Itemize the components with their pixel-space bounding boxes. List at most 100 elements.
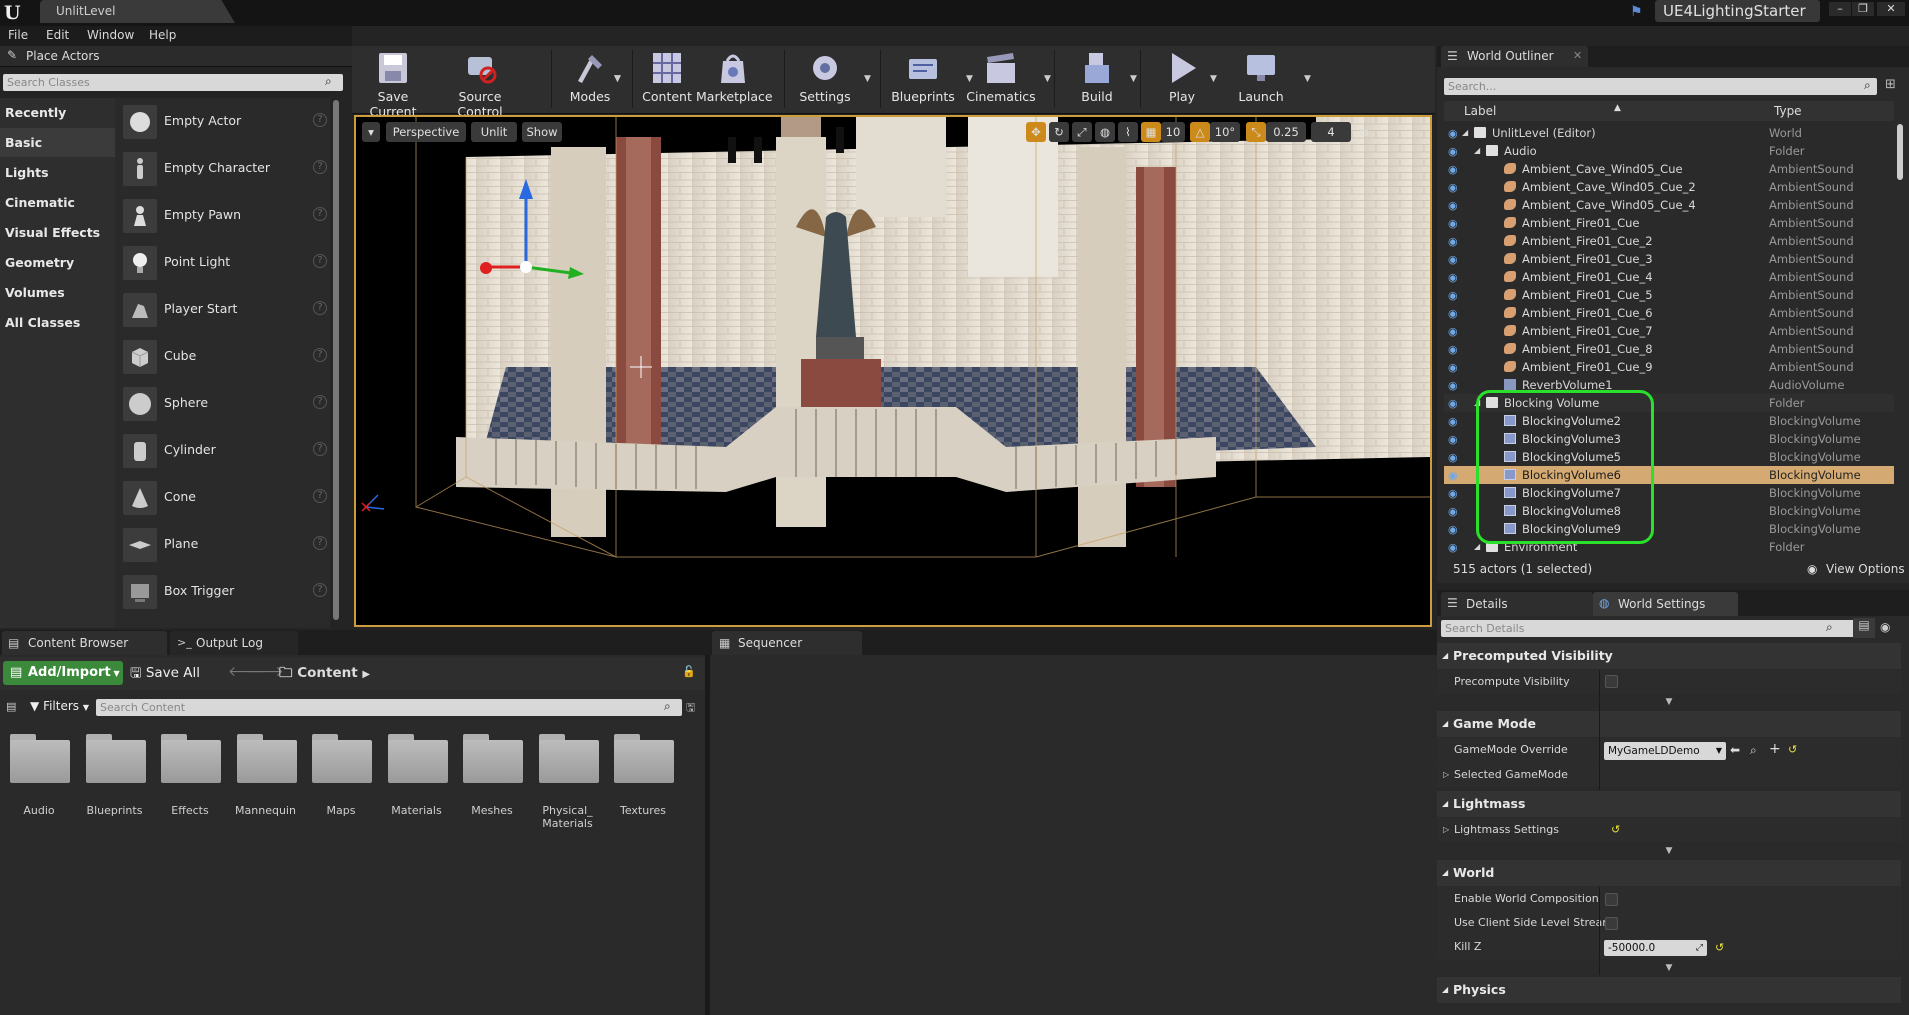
content-folder[interactable]: Materials [384, 732, 450, 824]
close-tab-icon[interactable]: ✕ [1573, 49, 1582, 62]
help-icon[interactable]: ? [313, 113, 327, 127]
visibility-eye-icon[interactable]: ◉ [1448, 233, 1458, 251]
help-icon[interactable]: ? [313, 489, 327, 503]
surface-snap-icon[interactable]: ⌇ [1118, 122, 1138, 142]
search-icon[interactable]: ⌕ [664, 699, 671, 714]
property-matrix-icon[interactable]: ▤ [1853, 618, 1875, 638]
advanced-expander[interactable]: ▼ [1437, 845, 1901, 857]
filters-button[interactable]: ▼ Filters ▼ [30, 699, 89, 713]
help-icon[interactable]: ? [313, 348, 327, 362]
visibility-eye-icon[interactable]: ◉ [1448, 215, 1458, 233]
place-actors-tab[interactable]: Place Actors [0, 46, 352, 67]
advanced-expander[interactable]: ▼ [1437, 962, 1901, 974]
panel-splitter[interactable] [705, 655, 710, 1015]
help-icon[interactable]: ? [313, 583, 327, 597]
menu-edit[interactable]: Edit [46, 28, 69, 42]
help-icon[interactable]: ? [313, 442, 327, 456]
visibility-eye-icon[interactable]: ◉ [1448, 341, 1458, 359]
search-icon[interactable]: ⌕ [1864, 78, 1871, 93]
outliner-row[interactable]: ◉ Ambient_Fire01_Cue_4 AmbientSound [1444, 268, 1894, 286]
chevron-down-icon[interactable]: ▼ [614, 74, 621, 84]
visibility-eye-icon[interactable]: ◉ [1448, 413, 1458, 431]
column-divider[interactable] [1599, 887, 1600, 975]
content-folder[interactable]: Mannequin [233, 732, 299, 824]
world-category[interactable]: ◢ World [1437, 860, 1901, 886]
visibility-eye-icon[interactable]: ◉ [1448, 521, 1458, 539]
visibility-eye-icon[interactable]: ◉ [1448, 197, 1458, 215]
menu-file[interactable]: File [8, 28, 28, 42]
source-control-button[interactable]: Source Control ▼ [438, 46, 621, 119]
help-icon[interactable]: ? [313, 301, 327, 315]
reset-icon[interactable]: ↺ [1788, 743, 1797, 756]
add-icon[interactable]: + [1769, 741, 1781, 757]
outliner-row[interactable]: ◉ Ambient_Cave_Wind05_Cue AmbientSound [1444, 160, 1894, 178]
outliner-row[interactable]: ◉ Ambient_Fire01_Cue_8 AmbientSound [1444, 340, 1894, 358]
save-all-button[interactable]: 🖫 Save All [130, 663, 200, 686]
visibility-eye-icon[interactable]: ◉ [1448, 269, 1458, 287]
collapse-arrow-icon[interactable]: ◢ [1474, 538, 1480, 556]
menu-window[interactable]: Window [87, 28, 134, 42]
help-icon[interactable]: ? [313, 207, 327, 221]
visibility-eye-icon[interactable]: ◉ [1448, 305, 1458, 323]
chevron-down-icon[interactable]: ▼ [1304, 74, 1311, 84]
visibility-eye-icon[interactable]: ◉ [1448, 125, 1458, 143]
chevron-down-icon[interactable]: ▼ [1130, 74, 1137, 84]
rotation-snap-icon[interactable]: △ [1190, 122, 1210, 142]
save-current-button[interactable]: Save Current [358, 46, 428, 119]
level-document-tab[interactable]: UnlitLevel [40, 0, 235, 23]
visibility-eye-icon[interactable]: ◉ [1448, 377, 1458, 395]
chevron-down-icon[interactable]: ▼ [864, 74, 871, 84]
category-geometry[interactable]: Geometry [0, 248, 115, 277]
world-space-icon[interactable]: ◍ [1095, 122, 1115, 142]
actor-list-scrollbar[interactable] [333, 100, 339, 620]
world-outliner-tab[interactable]: World Outliner [1441, 46, 1588, 67]
actor-item-cube[interactable]: Cube ? [115, 333, 330, 380]
category-lights[interactable]: Lights [0, 158, 115, 187]
collapse-arrow-icon[interactable]: ◢ [1462, 124, 1468, 142]
visibility-eye-icon[interactable]: ◉ [1448, 503, 1458, 521]
content-folder[interactable]: Meshes [459, 732, 525, 824]
category-all-classes[interactable]: All Classes [0, 308, 115, 337]
visibility-eye-icon[interactable]: ◉ [1448, 179, 1458, 197]
save-search-icon[interactable]: 🖫 [686, 699, 695, 718]
visibility-eye-icon[interactable]: ◉ [1448, 539, 1458, 557]
visibility-eye-icon[interactable]: ◉ [1448, 323, 1458, 341]
category-recently-placed[interactable]: Recently Placed [0, 98, 115, 149]
maximize-viewport-icon[interactable]: ⧉ [1356, 122, 1372, 142]
help-icon[interactable]: ? [313, 160, 327, 174]
outliner-row[interactable]: ◉ Ambient_Fire01_Cue_5 AmbientSound [1444, 286, 1894, 304]
view-options-button[interactable]: View Options [1826, 558, 1905, 580]
help-icon[interactable]: ? [313, 536, 327, 550]
visibility-eye-icon[interactable]: ◉ [1448, 251, 1458, 269]
visibility-eye-icon[interactable]: ◉ [1448, 467, 1458, 485]
show-button[interactable]: Show [522, 122, 562, 142]
help-icon[interactable]: ? [313, 254, 327, 268]
rotation-snap-value[interactable]: 10° [1210, 122, 1240, 142]
visibility-eye-icon[interactable]: ◉ [1448, 143, 1458, 161]
forward-arrow-icon[interactable]: 🡒 [246, 663, 284, 680]
actor-item-empty-actor[interactable]: Empty Actor ? [115, 98, 330, 145]
details-tab[interactable]: Details [1441, 592, 1593, 616]
client-side-stream-checkbox[interactable] [1605, 917, 1618, 930]
content-browser-tab[interactable]: Content Browser [2, 631, 167, 655]
cinematics-button[interactable]: Cinematics ▼ [964, 46, 1051, 114]
outliner-search-input[interactable]: Search... [1444, 78, 1877, 95]
content-folder[interactable]: Maps [308, 732, 374, 824]
visibility-eye-icon[interactable]: ◉ [1448, 485, 1458, 503]
chevron-down-icon[interactable]: ▼ [1044, 74, 1051, 84]
restore-icon[interactable]: ❐ [1852, 2, 1874, 16]
outliner-row[interactable]: ◉ Ambient_Fire01_Cue_2 AmbientSound [1444, 232, 1894, 250]
blueprints-button[interactable]: Blueprints ▼ [886, 46, 973, 114]
visibility-eye-icon[interactable]: ◉ [1448, 287, 1458, 305]
visibility-eye-icon[interactable]: ◉ [1448, 161, 1458, 179]
gamemode-select[interactable]: MyGameLDDemo ▼ [1604, 742, 1726, 760]
lightmass-settings-row[interactable]: ▷ Lightmass Settings [1437, 818, 1901, 842]
actor-item-cylinder[interactable]: Cylinder ? [115, 427, 330, 474]
collapse-arrow-icon[interactable]: ◢ [1474, 142, 1480, 160]
advanced-expander[interactable]: ▼ [1437, 696, 1901, 708]
search-icon[interactable]: ⌕ [325, 74, 332, 89]
actor-item-player-start[interactable]: Player Start ? [115, 286, 330, 333]
precompute-visibility-checkbox[interactable] [1605, 675, 1618, 688]
reset-icon[interactable]: ↺ [1715, 941, 1724, 954]
minimize-icon[interactable]: – [1829, 2, 1851, 16]
